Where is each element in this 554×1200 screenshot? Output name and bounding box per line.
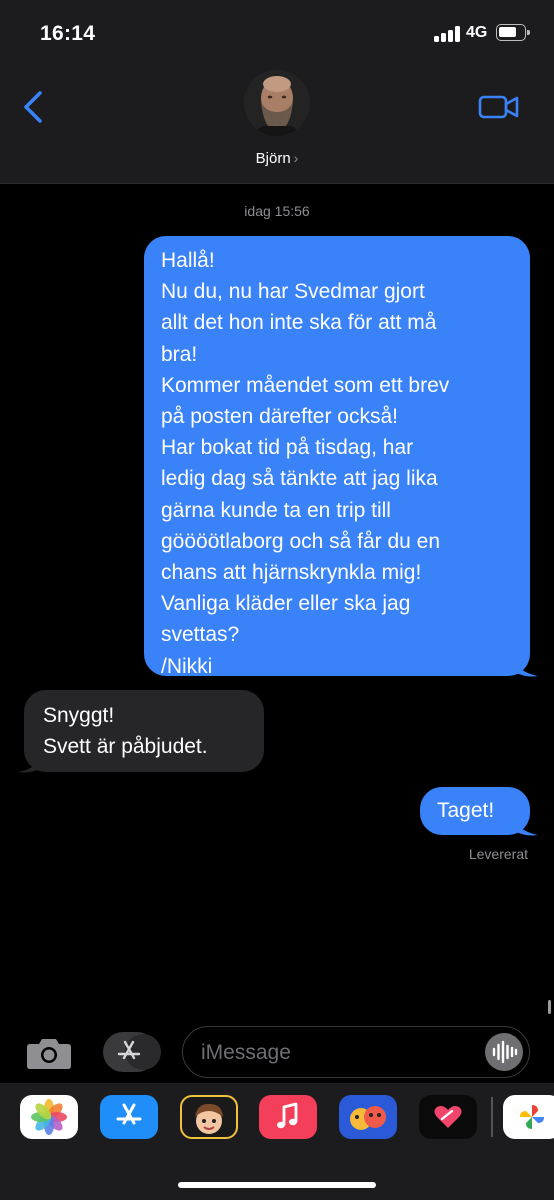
scroll-indicator[interactable]: [548, 1000, 551, 1014]
message-line: gärna kunde ta en trip till: [161, 498, 391, 522]
message-line: Nu du, nu har Svedmar gjort: [161, 280, 425, 304]
app-store-button[interactable]: [103, 1032, 161, 1072]
memoji-stickers-app-icon[interactable]: [180, 1095, 238, 1139]
sent-bubble-tail: [512, 813, 538, 836]
message-line: på posten därefter också!: [161, 405, 398, 429]
message-line: svettas?: [161, 623, 240, 647]
photos-app-icon[interactable]: [20, 1095, 78, 1139]
message-line: göööötlaborg och så får du en: [161, 529, 441, 553]
chevron-right-icon: ›: [293, 150, 299, 166]
received-bubble-tail: [18, 750, 44, 773]
sent-bubble-tail: [512, 654, 538, 677]
camera-icon[interactable]: [26, 1036, 72, 1070]
music-app-icon[interactable]: [259, 1095, 317, 1139]
home-indicator: [178, 1182, 376, 1188]
avatar[interactable]: [244, 70, 310, 136]
message-line: /Nikki: [161, 654, 213, 678]
app-drawer: [0, 1083, 554, 1200]
animoji-app-icon[interactable]: [339, 1095, 397, 1139]
message-line: allt det hon inte ska för att må: [161, 311, 437, 335]
message-line: Svett är påbjudet.: [43, 735, 208, 759]
message-line: Har bokat tid på tisdag, har: [161, 436, 414, 460]
battery-icon: [496, 24, 530, 41]
message-line: Snyggt!: [43, 704, 115, 727]
conversation-timestamp: idag 15:56: [244, 203, 310, 219]
message-input[interactable]: iMessage: [182, 1026, 530, 1078]
cellular-signal-icon: [434, 26, 460, 42]
message-line: Vanliga kläder eller ska jag: [161, 592, 411, 616]
message-line: ledig dag så tänkte att jag lika: [161, 467, 438, 491]
sent-message-bubble[interactable]: Hallå! Nu du, nu har Svedmar gjort allt …: [144, 236, 530, 678]
facetime-video-icon[interactable]: [478, 92, 520, 122]
contact-name-button[interactable]: Björn ›: [0, 150, 554, 167]
status-time: 16:14: [40, 22, 96, 45]
contact-name: Björn: [255, 150, 291, 167]
drawer-divider: [491, 1097, 493, 1137]
waveform-icon: [492, 1040, 518, 1064]
message-line: chans att hjärnskrynkla mig!: [161, 561, 422, 585]
audio-message-button[interactable]: [485, 1033, 523, 1071]
received-message-bubble[interactable]: Snyggt! Svett är påbjudet.: [24, 690, 264, 772]
back-chevron-icon[interactable]: [20, 90, 50, 124]
app-store-app-icon[interactable]: [100, 1095, 158, 1139]
message-line: Hallå!: [161, 249, 215, 272]
conversation-header: Björn ›: [0, 64, 554, 184]
google-photos-app-icon[interactable]: [503, 1095, 554, 1139]
app-store-icon: [117, 1040, 141, 1060]
message-input-placeholder: iMessage: [201, 1041, 291, 1064]
delivery-status: Levererat: [468, 846, 528, 862]
message-line: Kommer måendet som ett brev: [161, 373, 450, 397]
message-line: bra!: [161, 342, 198, 366]
status-bar: 16:14 4G: [0, 0, 554, 64]
network-type: 4G: [466, 24, 488, 41]
digital-touch-app-icon[interactable]: [419, 1095, 477, 1139]
